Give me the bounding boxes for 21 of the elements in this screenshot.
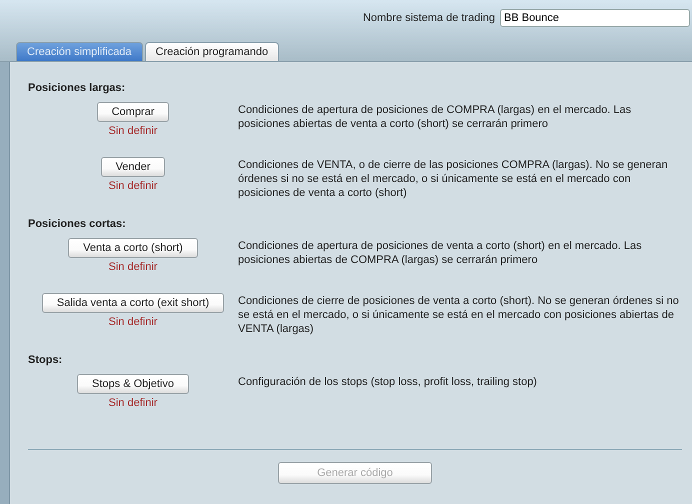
condition-button[interactable]: Salida venta a corto (exit short) <box>42 293 224 313</box>
condition-button[interactable]: Stops & Objetivo <box>77 374 189 394</box>
trading-system-name-field[interactable]: BB Bounce <box>500 9 690 27</box>
description-text: Condiciones de apertura de posiciones de venta a corto (short) en el mercado. Las posiciones abiertas de COMPRA (largas) se cerrarán primero <box>238 239 643 267</box>
description-text: Configuración de los stops (stop loss, profit loss, trailing stop) <box>238 375 538 389</box>
section-heading: Posiciones cortas: <box>28 218 127 230</box>
trading-system-name-label: Nombre sistema de trading <box>362 12 495 24</box>
condition-button[interactable]: Vender <box>100 157 166 177</box>
status-text: Sin definir <box>108 397 158 409</box>
description-text: Condiciones de cierre de posiciones de venta a corto (short). No se generan órdenes si no se está en el mercado, o si únicamente se está en el mercado con posiciones abiertas de VENTA (largas) <box>238 294 680 336</box>
condition-button[interactable]: Comprar <box>96 102 170 122</box>
description-text: Condiciones de apertura de posiciones de COMPRA (largas) en el mercado. Las posiciones abiertas de venta a corto (short) se cerrarán primero <box>238 103 632 131</box>
status-text: Sin definir <box>108 316 158 328</box>
section-heading: Stops: <box>28 354 64 366</box>
status-text: Sin definir <box>108 261 158 273</box>
tab[interactable]: Creación programando <box>144 42 280 61</box>
section-heading: Posiciones largas: <box>28 82 126 94</box>
status-text: Sin definir <box>108 125 158 137</box>
description-text: Condiciones de VENTA, o de cierre de las posiciones COMPRA (largas). No se generan órdenes si no se está en el mercado, o si únicamente se está en el mercado con posiciones de venta a corto (short) <box>238 158 669 200</box>
status-text: Sin definir <box>108 180 158 192</box>
condition-button[interactable]: Venta a corto (short) <box>68 238 198 258</box>
